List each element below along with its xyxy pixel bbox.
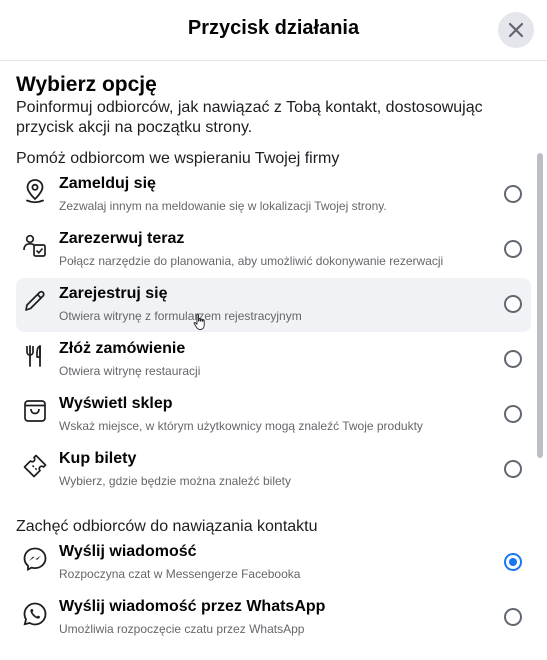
option-view-shop[interactable]: Wyświetl sklep Wskaż miejsce, w którym u… [16,388,531,442]
close-button[interactable] [498,12,534,48]
option-subtitle: Rozpoczyna czat w Messengerze Facebooka [59,567,301,581]
messenger-icon [22,546,48,572]
shop-icon [22,398,48,424]
option-whatsapp[interactable]: Wyślij wiadomość przez WhatsApp Umożliwi… [16,591,531,645]
option-title: Kup bilety [59,450,137,467]
option-subtitle: Otwiera witrynę restauracji [59,364,201,378]
option-title: Wyświetl sklep [59,395,173,412]
radio-order[interactable] [504,350,522,368]
option-subtitle: Połącz narzędzie do planowania, aby umoż… [59,254,444,268]
option-sign-up[interactable]: Zarejestruj się Otwiera witrynę z formul… [16,278,531,332]
option-send-message[interactable]: Wyślij wiadomość Rozpoczyna czat w Messe… [16,536,531,590]
location-pin-icon [22,178,48,204]
option-subtitle: Umożliwia rozpoczęcie czatu przez WhatsA… [59,622,305,636]
dialog-body: Wybierz opcję Poinformuj odbiorców, jak … [0,61,547,660]
radio-book-now[interactable] [504,240,522,258]
radio-whatsapp[interactable] [504,608,522,626]
section-title-contact: Zachęć odbiorców do nawiązania kontaktu [16,518,318,535]
whatsapp-icon [22,601,48,627]
section-heading: Wybierz opcję [16,73,157,96]
radio-send-message[interactable] [504,553,522,571]
option-order[interactable]: Złóż zamówienie Otwiera witrynę restaura… [16,333,531,387]
option-subtitle: Wybierz, gdzie będzie można znaleźć bile… [59,474,292,488]
option-subtitle: Wskaż miejsce, w którym użytkownicy mogą… [59,419,423,433]
section-description: Poinformuj odbiorców, jak nawiązać z Tob… [16,99,483,136]
radio-sign-up[interactable] [504,295,522,313]
option-title: Zamelduj się [59,175,156,192]
booking-icon [22,233,48,259]
option-title: Wyślij wiadomość przez WhatsApp [59,598,326,615]
scrollbar[interactable] [537,153,543,458]
dialog-header: Przycisk działania [0,0,547,61]
section-title-support: Pomóż odbiorcom we wspieraniu Twojej fir… [16,150,340,167]
option-subtitle: Zezwalaj innym na meldowanie się w lokal… [59,199,387,213]
radio-buy-tickets[interactable] [504,460,522,478]
radio-view-shop[interactable] [504,405,522,423]
close-icon [508,22,524,38]
option-buy-tickets[interactable]: Kup bilety Wybierz, gdzie będzie można z… [16,443,531,497]
fork-knife-icon [22,343,48,369]
option-book-now[interactable]: Zarezerwuj teraz Połącz narzędzie do pla… [16,223,531,277]
option-title: Wyślij wiadomość [59,543,197,560]
option-check-in[interactable]: Zamelduj się Zezwalaj innym na meldowani… [16,168,531,222]
dialog-title: Przycisk działania [187,17,360,39]
option-title: Zarezerwuj teraz [59,230,185,247]
option-title: Zarejestruj się [59,285,168,302]
ticket-icon [22,453,48,479]
radio-check-in[interactable] [504,185,522,203]
option-title: Złóż zamówienie [59,340,186,357]
pencil-icon [22,288,48,314]
option-subtitle: Otwiera witrynę z formularzem rejestracy… [59,309,302,323]
